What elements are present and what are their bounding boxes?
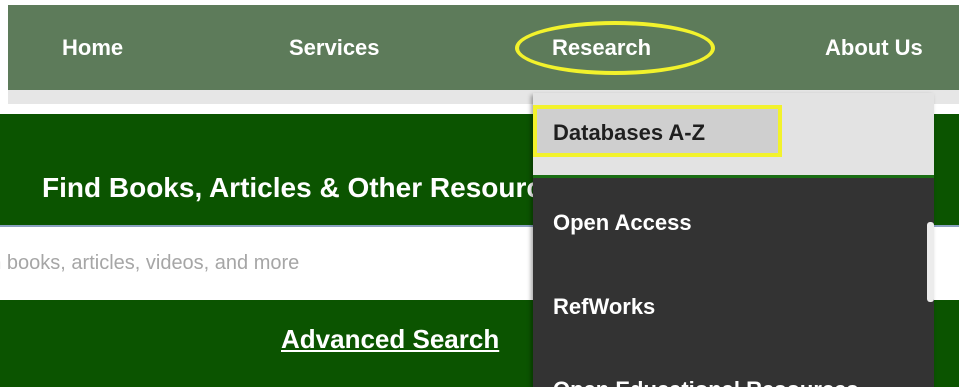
advanced-search-link[interactable]: Advanced Search — [281, 324, 499, 355]
dropdown-item-open-educational-resources[interactable]: Open Educational Resources — [553, 377, 859, 387]
nav-services[interactable]: Services — [289, 35, 380, 61]
dropdown-item-open-access[interactable]: Open Access — [553, 210, 692, 236]
top-navigation-bar: Home Services Research About Us — [8, 5, 959, 90]
research-dropdown-menu: Databases A-Z Open Access RefWorks Open … — [533, 93, 934, 387]
dropdown-item-label: Databases A-Z — [553, 120, 706, 145]
hero-title: Find Books, Articles & Other Resources — [42, 172, 574, 203]
nav-research[interactable]: Research — [552, 35, 651, 61]
dropdown-item-databases-az[interactable]: Databases A-Z — [533, 93, 934, 178]
dropdown-scrollbar[interactable] — [927, 222, 934, 302]
dropdown-item-refworks[interactable]: RefWorks — [553, 294, 655, 320]
nav-about-us[interactable]: About Us — [825, 35, 923, 61]
nav-home[interactable]: Home — [62, 35, 123, 61]
